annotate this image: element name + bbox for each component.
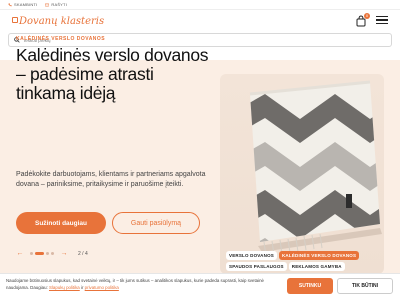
cookie-text: Naudojame būtinuosius slapukus, kad svet… <box>6 278 264 290</box>
learn-more-button[interactable]: Sužinoti daugiau <box>16 212 106 234</box>
slide-counter: 2 / 4 <box>78 250 88 257</box>
cart-button[interactable]: 0 <box>356 13 370 27</box>
next-slide-arrow-icon[interactable]: → <box>60 250 68 257</box>
essential-cookies-button[interactable]: TIK BŪTINI <box>337 278 393 294</box>
cart-count-badge: 0 <box>364 13 370 19</box>
phone-icon <box>8 2 12 6</box>
cookie-banner: Naudojame būtinuosius slapukus, kad svet… <box>0 273 400 300</box>
hero-product-image <box>220 74 384 274</box>
hero-headline: Kalėdinės verslo dovanos – padėsime atra… <box>16 45 209 103</box>
slider-controls: ← → 2 / 4 <box>16 250 88 257</box>
slider-dots <box>30 252 54 255</box>
gift-icon <box>12 16 18 23</box>
tag-printing-services[interactable]: SPAUDOS PASLAUGOS <box>226 262 287 271</box>
hero-description: Padėkokite darbuotojams, klientams ir pa… <box>16 171 206 188</box>
email-link[interactable]: RAŠYTI <box>45 2 67 7</box>
hero-tags: VERSLO DOVANOS KALĖDINĖS VERSLO DOVANOS … <box>226 251 376 271</box>
slide-dot[interactable] <box>30 252 33 255</box>
menu-button[interactable] <box>376 16 388 24</box>
email-label: RAŠYTI <box>51 2 68 7</box>
mail-icon <box>45 3 50 6</box>
prev-slide-arrow-icon[interactable]: ← <box>16 250 24 257</box>
get-offer-button[interactable]: Gauti pasiūlymą <box>112 212 200 234</box>
chevron-blanket-image <box>249 80 382 257</box>
hero-eyebrow: KALĖDINĖS VERSLO DOVANOS <box>16 36 106 42</box>
accept-cookies-button[interactable]: SUTINKU <box>287 278 333 294</box>
site-logo[interactable]: Dovanų klasteris <box>12 16 104 27</box>
tag-advertising-production[interactable]: REKLAMOS GAMYBA <box>288 262 345 271</box>
slide-dot[interactable] <box>46 252 49 255</box>
slide-dot[interactable] <box>51 252 54 255</box>
call-link[interactable]: SKAMBINTI <box>8 2 37 7</box>
site-header: Dovanų klasteris 0 <box>0 10 400 32</box>
tag-business-gifts[interactable]: VERSLO DOVANOS <box>226 251 277 260</box>
privacy-policy-link[interactable]: privatumo politika <box>85 285 119 290</box>
slide-dot-active[interactable] <box>35 252 44 255</box>
cookie-policy-link[interactable]: Slapukų politika <box>49 285 80 290</box>
contact-bar: SKAMBINTI RAŠYTI <box>0 0 400 10</box>
logo-text: Dovanų klasteris <box>19 15 105 27</box>
tag-christmas-business-gifts[interactable]: KALĖDINĖS VERSLO DOVANOS <box>278 251 360 260</box>
call-label: SKAMBINTI <box>14 2 38 7</box>
hamburger-icon <box>376 16 388 18</box>
